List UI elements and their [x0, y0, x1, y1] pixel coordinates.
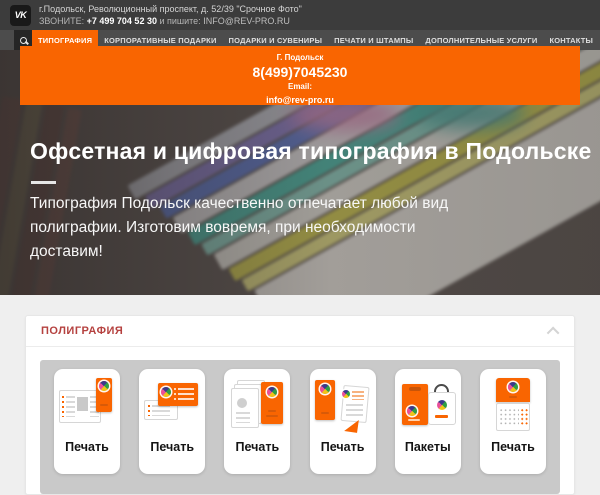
search-icon	[19, 36, 27, 44]
product-tile-bags[interactable]: Пакеты	[394, 369, 461, 474]
company-address: г.Подольск, Революционный проспект, д. 5…	[39, 4, 302, 14]
polygraphy-header[interactable]: ПОЛИГРАФИЯ	[26, 316, 574, 347]
contact-email-label: Email:	[287, 82, 312, 91]
product-label: Печать	[320, 440, 365, 454]
product-strip: Печать Печать Печать Печать Пакеты Печат…	[40, 360, 560, 494]
contact-email-link[interactable]: info@rev-pro.ru	[20, 95, 580, 105]
business-cards-icon	[144, 378, 200, 434]
topbar-phone[interactable]: +7 499 704 52 30	[87, 16, 157, 26]
write-label: и пишите:	[159, 16, 201, 26]
topbar-contacts: ЗВОНИТЕ: +7 499 704 52 30 и пишите: INFO…	[39, 15, 302, 27]
product-tile-paper-stack[interactable]: Печать	[224, 369, 291, 474]
title-divider	[31, 181, 56, 184]
product-label: Печать	[235, 440, 280, 454]
product-label: Пакеты	[404, 440, 451, 454]
product-tile-letterhead[interactable]: Печать	[54, 369, 120, 474]
paper-stack-icon	[229, 378, 285, 434]
call-label: ЗВОНИТЕ:	[39, 16, 85, 26]
product-label: Печать	[65, 440, 109, 454]
product-tile-business-cards[interactable]: Печать	[139, 369, 206, 474]
product-tile-brochure[interactable]: Печать	[309, 369, 376, 474]
letterhead-print-icon	[59, 378, 115, 434]
topbar-email-link[interactable]: INFO@REV-PRO.RU	[203, 16, 290, 26]
calendar-icon	[485, 378, 541, 434]
topbar: г.Подольск, Революционный проспект, д. 5…	[0, 0, 600, 30]
contact-phone[interactable]: 8(499)7045230	[20, 64, 580, 80]
contact-panel: Г. Подольск 8(499)7045230 Email: info@re…	[20, 46, 580, 105]
polygraphy-section: ПОЛИГРАФИЯ Печать Печать Печать Печать П…	[25, 315, 575, 495]
contact-city: Г. Подольск	[276, 53, 324, 62]
topbar-text: г.Подольск, Революционный проспект, д. 5…	[39, 3, 302, 27]
product-tile-calendar[interactable]: Печать	[479, 369, 546, 474]
product-label: Печать	[491, 440, 535, 454]
brochure-icon	[314, 378, 371, 434]
polygraphy-title: ПОЛИГРАФИЯ	[41, 325, 124, 337]
page-title: Офсетная и цифровая типография в Подольс…	[30, 138, 592, 164]
bags-icon	[400, 378, 456, 434]
vk-icon[interactable]	[10, 4, 31, 26]
product-label: Печать	[150, 440, 194, 454]
chevron-up-icon[interactable]	[546, 326, 560, 339]
hero-subtitle: Типография Подольск качественно отпечата…	[30, 195, 449, 260]
